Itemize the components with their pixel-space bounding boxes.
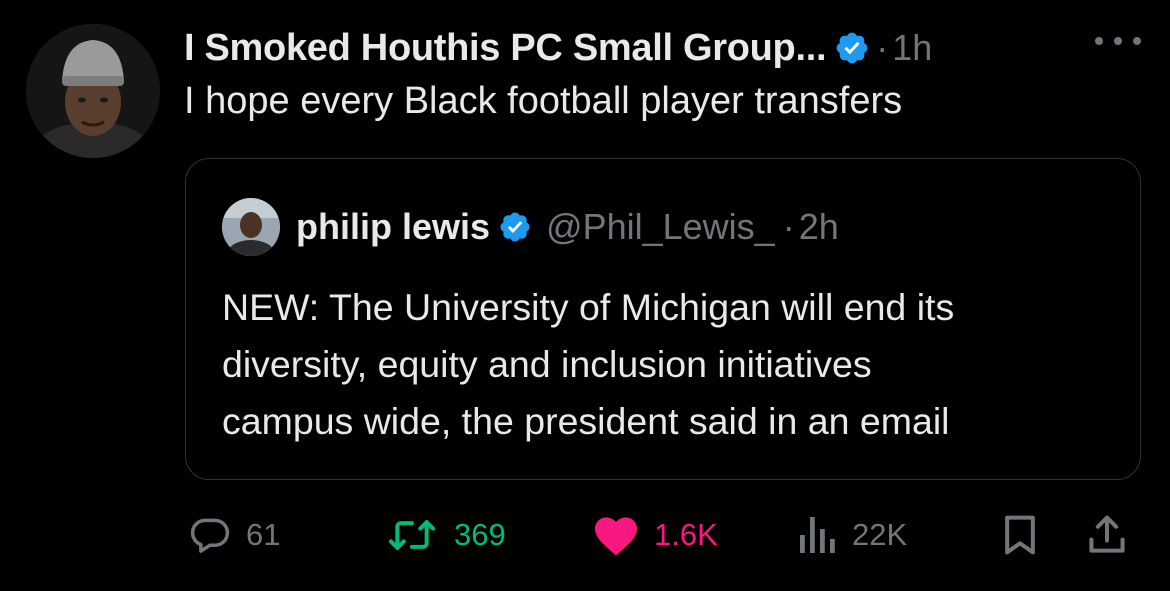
- quoted-text-line: NEW: The University of Michigan will end…: [222, 286, 955, 328]
- action-bar: 61 369 1.6K 22K: [0, 510, 1170, 560]
- post-header: I Smoked Houthis PC Small Group... · 1h: [184, 20, 932, 76]
- quoted-post-header: philip lewis @Phil_Lewis_ · 2h: [222, 197, 839, 257]
- like-button[interactable]: 1.6K: [592, 510, 718, 560]
- post-text: I hope every Black football player trans…: [184, 80, 903, 122]
- verified-badge-icon: [498, 210, 532, 244]
- repost-count: 369: [454, 517, 506, 552]
- repost-button[interactable]: 369: [384, 510, 506, 560]
- more-dot: [1114, 37, 1122, 45]
- share-icon: [1089, 515, 1125, 553]
- reply-button[interactable]: 61: [188, 510, 280, 560]
- more-icon[interactable]: [1095, 33, 1141, 49]
- views-icon: [800, 517, 835, 553]
- quoted-author-handle[interactable]: @Phil_Lewis_: [546, 206, 775, 248]
- verified-badge-icon[interactable]: [834, 30, 870, 66]
- more-dot: [1133, 37, 1141, 45]
- quoted-post-text: NEW: The University of Michigan will end…: [222, 279, 1122, 450]
- post-time[interactable]: 1h: [892, 27, 932, 69]
- post-separator: ·: [876, 27, 889, 68]
- views-button[interactable]: 22K: [798, 510, 907, 560]
- reply-count: 61: [246, 517, 281, 552]
- quoted-text-line: diversity, equity and inclusion initiati…: [222, 343, 872, 385]
- author-avatar[interactable]: [26, 24, 160, 158]
- share-button[interactable]: [1085, 510, 1129, 560]
- views-count: 22K: [852, 517, 908, 552]
- author-name[interactable]: I Smoked Houthis PC Small Group...: [184, 27, 827, 70]
- quoted-post[interactable]: philip lewis @Phil_Lewis_ · 2h NEW: The …: [185, 158, 1141, 480]
- bookmark-button[interactable]: [1000, 510, 1040, 560]
- more-dot: [1095, 37, 1103, 45]
- like-icon: [595, 517, 637, 556]
- like-count: 1.6K: [654, 517, 718, 552]
- repost-icon: [388, 520, 436, 550]
- quoted-text-line: campus wide, the president said in an em…: [222, 400, 950, 442]
- quoted-post-time: 2h: [798, 206, 839, 247]
- reply-icon: [190, 518, 230, 553]
- bookmark-icon: [1005, 515, 1035, 555]
- quoted-author-name[interactable]: philip lewis: [296, 206, 490, 248]
- quoted-author-avatar: [222, 198, 280, 256]
- quoted-post-separator: ·: [782, 206, 795, 247]
